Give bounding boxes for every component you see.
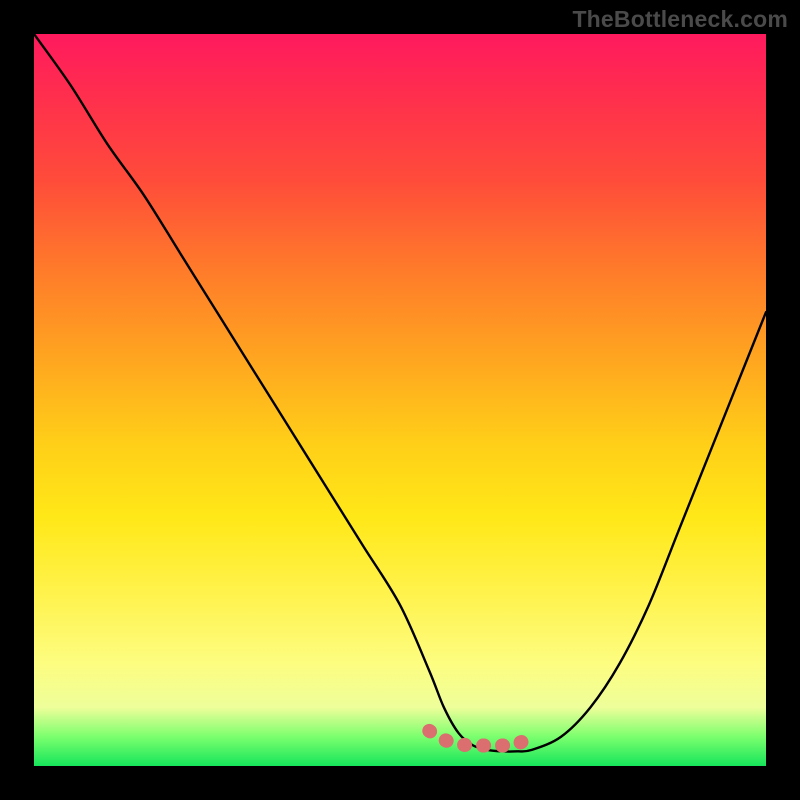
chart-frame: TheBottleneck.com [0, 0, 800, 800]
curve-layer [34, 34, 766, 766]
watermark-text: TheBottleneck.com [572, 6, 788, 33]
highlight-band [429, 731, 531, 746]
main-curve [34, 34, 766, 752]
plot-area [34, 34, 766, 766]
